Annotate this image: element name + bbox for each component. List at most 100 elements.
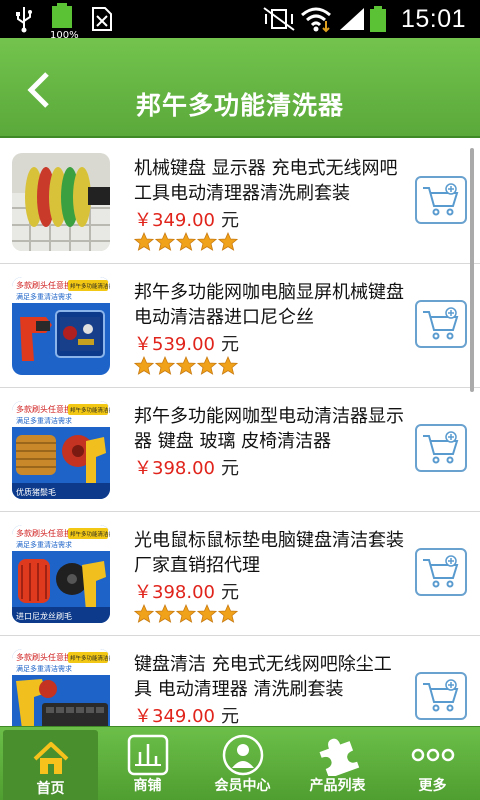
- product-price-row: ￥349.00 元: [134, 702, 239, 726]
- product-thumbnail[interactable]: 多款刷头任意换 满足多重清洁需求 邦午多功能清洁器: [12, 649, 110, 726]
- add-to-cart-button[interactable]: [415, 548, 467, 596]
- product-item[interactable]: 多款刷头任意换 满足多重清洁需求 邦午多功能清洁器 邦午多功能网咖电脑显屏机械键…: [0, 264, 480, 388]
- product-price: ￥349.00: [134, 706, 215, 726]
- product-price: ￥539.00: [134, 334, 215, 355]
- product-price-row: ￥398.00 元: [134, 454, 239, 480]
- vibrate-icon: [262, 0, 296, 38]
- page-title: 邦午多功能清洗器: [135, 91, 344, 120]
- nav-item-home[interactable]: 首页: [3, 730, 98, 800]
- product-item[interactable]: 机械键盘 显示器 充电式无线网吧工具电动清理器清洗刷套装 ￥349.00 元: [0, 140, 480, 264]
- nav-item-shop[interactable]: 商铺: [100, 727, 195, 800]
- star-icon: [218, 356, 238, 375]
- banner-text: 多款刷头任意换: [16, 280, 72, 290]
- scrollbar[interactable]: [470, 148, 474, 392]
- product-name[interactable]: 键盘清洁 充电式无线网吧除尘工具 电动清理器 清洗刷套装: [134, 652, 404, 702]
- rating-stars: [134, 604, 238, 624]
- star-icon: [134, 356, 154, 375]
- product-list[interactable]: 机械键盘 显示器 充电式无线网吧工具电动清理器清洗刷套装 ￥349.00 元 多款…: [0, 140, 480, 726]
- product-thumbnail[interactable]: 多款刷头任意换 满足多重清洁需求 邦午多功能清洁器: [12, 277, 110, 375]
- bar-chart-icon: [125, 733, 171, 777]
- add-to-cart-button[interactable]: [415, 300, 467, 348]
- sim-card-icon: [90, 0, 114, 38]
- banner-text: 满足多重清洁需求: [16, 416, 72, 425]
- product-name[interactable]: 邦午多功能网咖型电动清洁器显示器 键盘 玻璃 皮椅清洁器: [134, 404, 404, 454]
- nav-label: 商铺: [133, 778, 162, 794]
- star-icon: [197, 356, 217, 375]
- price-unit: 元: [220, 210, 239, 231]
- wifi-icon: [300, 0, 332, 38]
- star-icon: [134, 604, 154, 623]
- cart-add-icon: [423, 679, 459, 712]
- star-icon: [155, 604, 175, 623]
- product-name[interactable]: 邦午多功能网咖电脑显屏机械键盘电动清洁器进口尼仑丝: [134, 280, 404, 330]
- clock: 15:01: [400, 4, 466, 33]
- banner-text: 满足多重清洁需求: [16, 292, 72, 301]
- rating-stars: [134, 356, 238, 376]
- star-icon: [176, 604, 196, 623]
- product-price-row: ￥398.00 元: [134, 578, 239, 604]
- star-icon: [197, 232, 217, 251]
- add-to-cart-button[interactable]: [415, 424, 467, 472]
- cart-add-icon: [423, 431, 459, 464]
- product-price-row: ￥349.00 元: [134, 206, 239, 232]
- nav-label: 产品列表: [309, 778, 366, 794]
- add-to-cart-button[interactable]: [415, 176, 467, 224]
- nav-label: 首页: [36, 781, 65, 797]
- usb-icon: [14, 0, 34, 38]
- star-icon: [218, 232, 238, 251]
- nav-item-member[interactable]: 会员中心: [195, 727, 290, 800]
- home-icon: [28, 736, 74, 780]
- product-thumbnail[interactable]: 多款刷头任意换 满足多重清洁需求 邦午多功能清洁器 进口尼龙丝刷毛: [12, 525, 110, 623]
- add-to-cart-button[interactable]: [415, 672, 467, 720]
- star-icon: [176, 232, 196, 251]
- signal-icon: [338, 0, 366, 38]
- banner-text: 多款刷头任意换: [16, 528, 72, 538]
- price-unit: 元: [220, 706, 239, 726]
- banner-text: 满足多重清洁需求: [16, 664, 72, 673]
- star-icon: [197, 604, 217, 623]
- price-unit: 元: [220, 334, 239, 355]
- price-unit: 元: [220, 458, 239, 479]
- nav-label: 更多: [418, 778, 447, 794]
- product-thumbnail[interactable]: [12, 153, 110, 251]
- nav-item-products[interactable]: 产品列表: [290, 727, 385, 800]
- product-item[interactable]: 多款刷头任意换 满足多重清洁需求 邦午多功能清洁器 键盘清洁 充电式无线网吧除尘…: [0, 636, 480, 726]
- product-item[interactable]: 多款刷头任意换 满足多重清洁需求 邦午多功能清洁器 进口尼龙丝刷毛 光电鼠标鼠标…: [0, 512, 480, 636]
- price-unit: 元: [220, 582, 239, 603]
- rating-stars: [134, 232, 238, 252]
- nav-label: 会员中心: [214, 778, 271, 794]
- banner-text: 满足多重清洁需求: [16, 540, 72, 549]
- banner-text: 进口尼龙丝刷毛: [16, 611, 72, 621]
- product-name[interactable]: 机械键盘 显示器 充电式无线网吧工具电动清理器清洗刷套装: [134, 156, 404, 206]
- cart-add-icon: [423, 183, 459, 216]
- star-icon: [155, 232, 175, 251]
- nav-item-more[interactable]: 更多: [385, 727, 480, 800]
- banner-tag: 邦午多功能清洁器: [70, 530, 110, 538]
- star-icon: [134, 232, 154, 251]
- banner-tag: 邦午多功能清洁器: [70, 654, 110, 662]
- banner-tag: 邦午多功能清洁器: [70, 282, 110, 290]
- product-thumbnail[interactable]: 多款刷头任意换 满足多重清洁需求 邦午多功能清洁器 优质猪鬃毛: [12, 401, 110, 499]
- product-price: ￥349.00: [134, 210, 215, 231]
- banner-text: 优质猪鬃毛: [16, 487, 56, 497]
- banner-text: 多款刷头任意换: [16, 652, 72, 662]
- star-icon: [218, 604, 238, 623]
- app-header: 邦午多功能清洗器: [0, 38, 480, 138]
- banner-tag: 邦午多功能清洁器: [70, 406, 110, 414]
- star-icon: [176, 356, 196, 375]
- star-icon: [155, 356, 175, 375]
- product-price: ￥398.00: [134, 458, 215, 479]
- cart-add-icon: [423, 555, 459, 588]
- member-icon: [220, 733, 266, 777]
- product-price: ￥398.00: [134, 582, 215, 603]
- battery-icon: [368, 0, 388, 38]
- product-name[interactable]: 光电鼠标鼠标垫电脑键盘清洁套装厂家直销招代理: [134, 528, 404, 578]
- puzzle-icon: [315, 733, 361, 777]
- product-item[interactable]: 多款刷头任意换 满足多重清洁需求 邦午多功能清洁器 优质猪鬃毛 邦午多功能网咖型…: [0, 388, 480, 512]
- more-icon: [410, 733, 456, 777]
- bottom-nav: 首页 商铺 会员中心 产品列表 更多: [0, 726, 480, 800]
- cart-add-icon: [423, 307, 459, 340]
- status-bar: 100% 15:01: [0, 0, 480, 41]
- banner-text: 多款刷头任意换: [16, 404, 72, 414]
- product-price-row: ￥539.00 元: [134, 330, 239, 356]
